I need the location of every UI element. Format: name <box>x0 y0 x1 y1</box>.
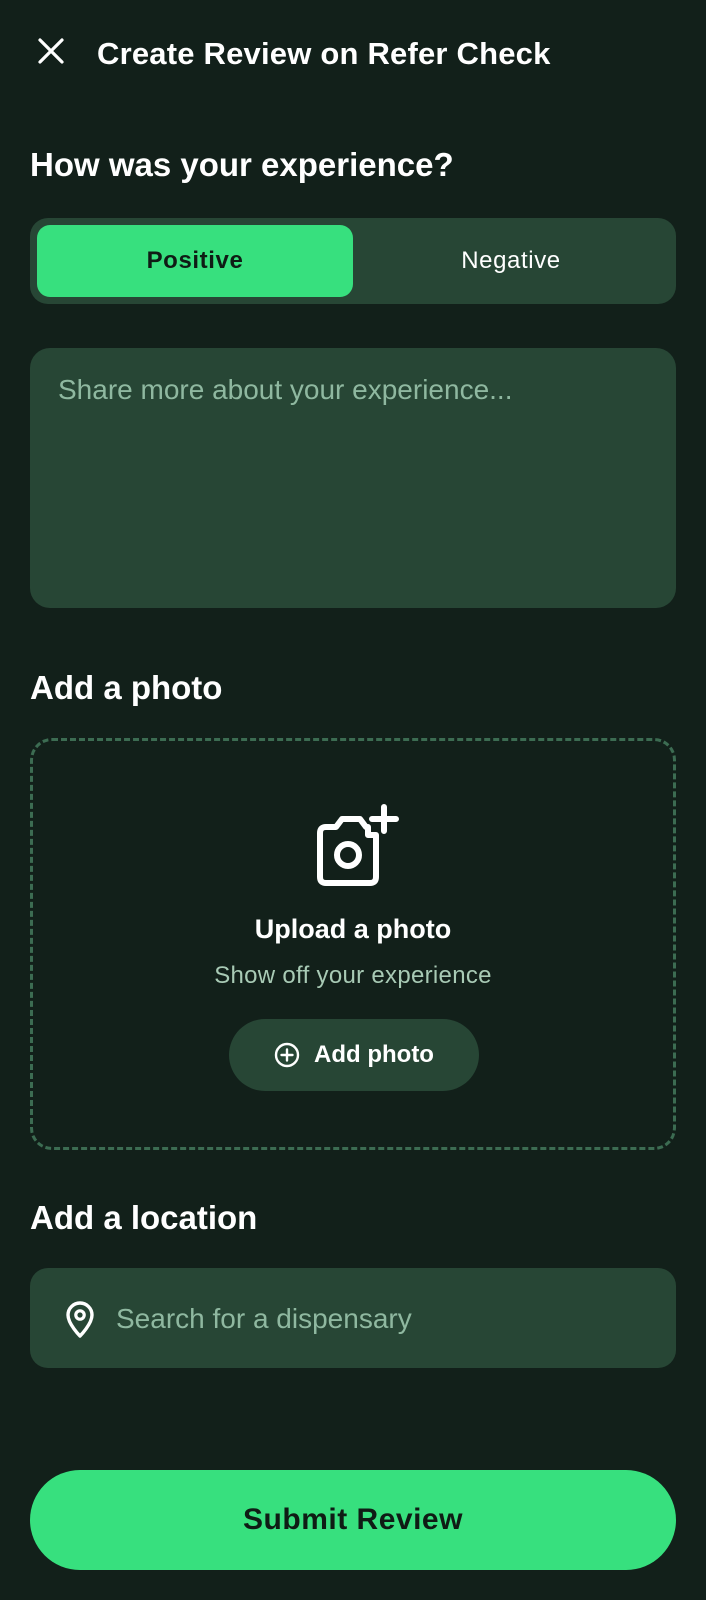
photo-heading: Add a photo <box>30 669 223 706</box>
close-icon <box>38 38 64 64</box>
location-search-input[interactable] <box>114 1268 658 1370</box>
close-button[interactable] <box>30 30 72 72</box>
submit-review-button[interactable]: Submit Review <box>30 1470 676 1570</box>
experience-toggle: Positive Negative <box>30 218 676 304</box>
experience-textarea-container <box>30 348 676 608</box>
add-photo-button[interactable]: Add photo <box>229 1019 479 1091</box>
photo-upload-area[interactable]: Upload a photo Show off your experience … <box>30 738 676 1150</box>
location-heading: Add a location <box>30 1199 258 1236</box>
add-photo-label: Add photo <box>314 1041 434 1068</box>
location-pin-icon <box>66 1301 94 1338</box>
experience-textarea[interactable] <box>30 348 676 608</box>
upload-title: Upload a photo <box>254 914 452 944</box>
camera-plus-icon <box>317 804 399 886</box>
location-search-field <box>30 1268 676 1370</box>
negative-option[interactable]: Negative <box>353 225 669 297</box>
page-title: Create Review on Refer Check <box>97 36 551 71</box>
header: Create Review on Refer Check <box>0 0 706 110</box>
experience-heading: How was your experience? <box>30 146 454 183</box>
plus-circle-icon <box>274 1042 300 1068</box>
upload-subtitle: Show off your experience <box>214 962 492 989</box>
positive-option[interactable]: Positive <box>37 225 353 297</box>
